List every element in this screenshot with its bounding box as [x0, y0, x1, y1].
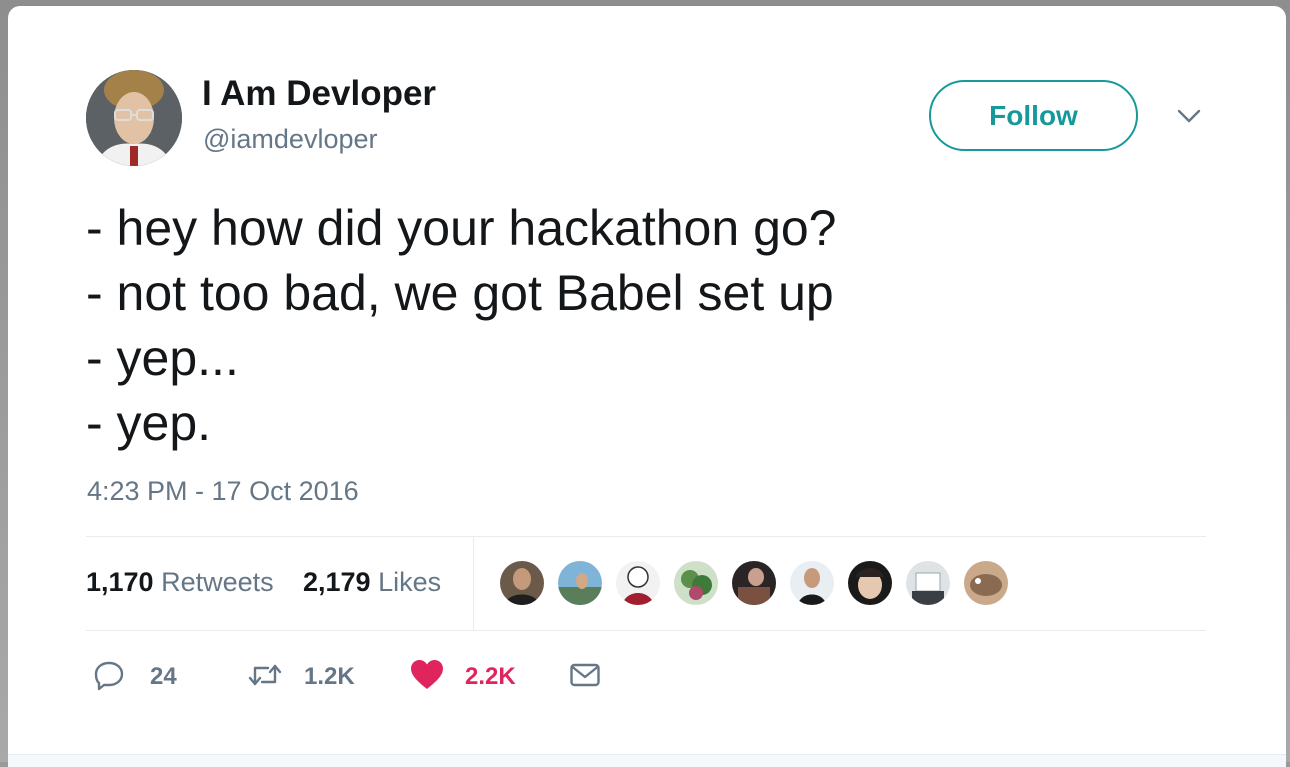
reply-icon [92, 658, 126, 697]
reply-count: 24 [150, 663, 177, 690]
liker-avatar[interactable] [556, 559, 604, 607]
retweets-stat[interactable]: 1,170 Retweets [86, 567, 274, 598]
retweets-count: 1,170 [86, 567, 154, 597]
liker-avatar[interactable] [962, 559, 1010, 607]
likes-stat[interactable]: 2,179 Likes [303, 567, 441, 598]
likes-count: 2,179 [303, 567, 371, 597]
actions-divider [86, 630, 1206, 631]
reply-action[interactable]: 24 [92, 660, 177, 694]
like-count: 2.2K [465, 663, 516, 690]
retweet-count: 1.2K [304, 663, 355, 690]
envelope-icon [568, 658, 602, 697]
author-handle[interactable]: @iamdevloper [203, 124, 378, 155]
author-avatar[interactable] [86, 70, 182, 166]
tweet-card: I Am Devloper @iamdevloper Follow - hey … [8, 6, 1286, 767]
tweet-text: - hey how did your hackathon go? - not t… [86, 196, 1206, 456]
retweet-action[interactable]: 1.2K [246, 660, 355, 694]
like-action[interactable]: 2.2K [409, 658, 516, 697]
card-bottom-strip [8, 754, 1286, 767]
likers-avatars [498, 559, 1020, 607]
retweet-icon [246, 658, 284, 697]
liker-avatar[interactable] [904, 559, 952, 607]
liker-avatar[interactable] [614, 559, 662, 607]
retweets-label: Retweets [161, 567, 274, 597]
heart-icon [409, 658, 445, 697]
liker-avatar[interactable] [498, 559, 546, 607]
author-display-name[interactable]: I Am Devloper [202, 74, 436, 114]
tweet-line: - not too bad, we got Babel set up [86, 265, 834, 321]
liker-avatar[interactable] [846, 559, 894, 607]
liker-avatar[interactable] [730, 559, 778, 607]
stats-divider-top [86, 536, 1206, 537]
likes-label: Likes [378, 567, 442, 597]
tweet-line: - hey how did your hackathon go? [86, 200, 837, 256]
liker-avatar[interactable] [788, 559, 836, 607]
tweet-line: - yep. [86, 395, 212, 451]
chevron-down-icon[interactable] [1174, 104, 1204, 128]
stats-divider-vertical [473, 537, 474, 630]
tweet-line: - yep... [86, 330, 239, 386]
direct-message-action[interactable] [568, 660, 602, 694]
liker-avatar[interactable] [672, 559, 720, 607]
follow-button[interactable]: Follow [929, 80, 1138, 151]
tweet-timestamp[interactable]: 4:23 PM - 17 Oct 2016 [87, 476, 359, 507]
